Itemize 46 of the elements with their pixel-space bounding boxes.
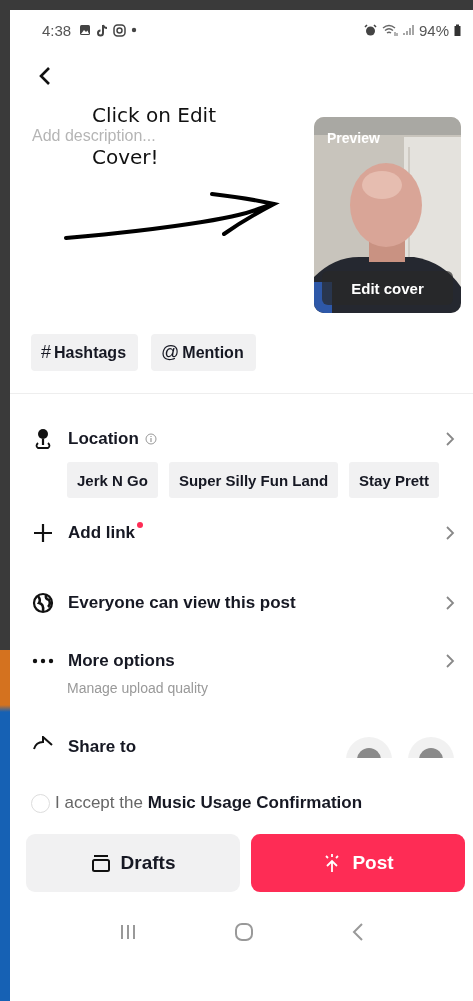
battery-percentage: 94%	[418, 21, 449, 39]
description-field[interactable]: Add description...	[32, 127, 172, 144]
status-time: 4:38	[42, 21, 72, 39]
dot-icon	[131, 27, 138, 33]
preview-label: Preview	[327, 130, 380, 146]
share-to-label[interactable]: Share to	[68, 736, 137, 758]
back-icon[interactable]	[38, 65, 52, 87]
back-nav-icon[interactable]	[352, 922, 365, 942]
share-option-icon[interactable]	[345, 736, 393, 758]
gallery-icon	[79, 24, 92, 36]
note-icon	[96, 23, 109, 37]
post-button[interactable]: Post	[251, 834, 465, 892]
drafts-button[interactable]: Drafts	[26, 834, 240, 892]
plus-icon	[32, 522, 54, 544]
home-icon[interactable]	[234, 922, 255, 942]
add-link-label[interactable]: Add link	[68, 523, 136, 543]
music-confirmation-text[interactable]: I accept the Music Usage Confirmation	[55, 793, 363, 813]
more-options-subtitle: Manage upload quality	[66, 680, 209, 696]
chevron-right-icon[interactable]	[445, 595, 455, 611]
recent-apps-icon[interactable]	[118, 923, 137, 941]
place-chip[interactable]: Super Silly Fun Land	[168, 462, 339, 498]
more-icon	[32, 658, 54, 664]
share-option-icon[interactable]	[407, 736, 455, 758]
share-icon	[32, 736, 54, 750]
wifi-icon	[381, 24, 398, 36]
tag-chip[interactable]: # Hashtags	[31, 334, 139, 371]
location-label[interactable]: Location	[68, 429, 139, 449]
edit-cover-button[interactable]: Edit cover	[322, 271, 453, 305]
place-chip[interactable]: Stay Prett	[349, 462, 440, 498]
signal-icon	[402, 24, 414, 36]
globe-icon	[32, 592, 54, 614]
accept-checkbox[interactable]	[31, 793, 50, 813]
drafts-icon	[90, 854, 111, 872]
tag-chip[interactable]: @ Mention	[151, 334, 256, 371]
battery-icon	[454, 24, 461, 36]
chevron-right-icon[interactable]	[445, 525, 455, 541]
info-icon[interactable]	[144, 433, 157, 445]
alarm-icon	[363, 24, 377, 36]
annotation-text: Cover!	[92, 146, 159, 168]
camera-icon	[113, 23, 127, 37]
more-options-label[interactable]: More options	[68, 651, 175, 671]
chevron-right-icon[interactable]	[445, 431, 455, 447]
privacy-label[interactable]: Everyone can view this post	[68, 593, 296, 613]
chevron-right-icon[interactable]	[445, 653, 455, 669]
annotation-text: Click on Edit	[92, 104, 216, 126]
place-chip[interactable]: Jerk N Go	[67, 462, 158, 498]
